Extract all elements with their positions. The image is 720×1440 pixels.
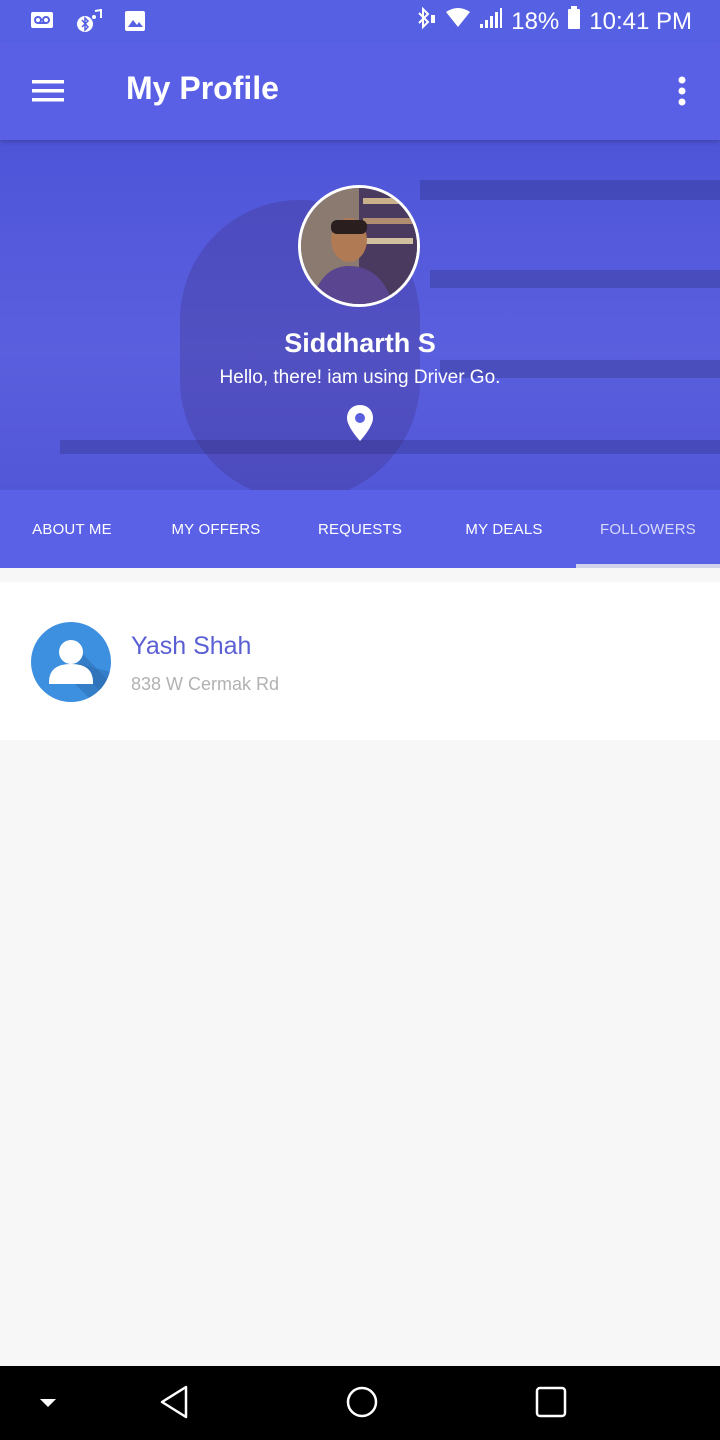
notification-icons xyxy=(30,8,146,38)
profile-name: Siddharth S xyxy=(284,328,436,358)
wifi-icon xyxy=(445,7,471,36)
back-icon[interactable] xyxy=(158,1384,190,1425)
location-pin-icon[interactable] xyxy=(346,404,374,442)
profile-status: Hello, there! iam using Driver Go. xyxy=(219,367,501,388)
tab-requests[interactable]: REQUESTS xyxy=(288,490,432,568)
battery-icon xyxy=(567,6,581,37)
person-avatar-icon xyxy=(31,622,111,702)
tab-my-deals[interactable]: MY DEALS xyxy=(432,490,576,568)
bluetooth-music-icon xyxy=(76,8,102,38)
profile-tabs: ABOUT ME MY OFFERS REQUESTS MY DEALS FOL… xyxy=(0,490,720,568)
home-icon[interactable] xyxy=(345,1384,379,1425)
more-vert-icon[interactable] xyxy=(672,74,692,110)
status-bar: 18% 10:41 PM xyxy=(0,0,720,42)
bluetooth-icon xyxy=(415,6,437,37)
recents-icon[interactable] xyxy=(534,1384,568,1425)
list-item[interactable]: Yash Shah 838 W Cermak Rd xyxy=(0,582,720,740)
hamburger-menu-icon[interactable] xyxy=(30,76,66,106)
tab-my-offers[interactable]: MY OFFERS xyxy=(144,490,288,568)
follower-name: Yash Shah xyxy=(131,632,252,660)
voicemail-icon xyxy=(30,11,54,36)
tab-followers[interactable]: FOLLOWERS xyxy=(576,490,720,568)
image-icon xyxy=(124,10,146,37)
system-nav-bar xyxy=(0,1366,720,1440)
tab-about-me[interactable]: ABOUT ME xyxy=(0,490,144,568)
app-bar: My Profile xyxy=(0,42,720,140)
follower-address: 838 W Cermak Rd xyxy=(131,674,280,694)
clock: 10:41 PM xyxy=(589,7,692,35)
profile-avatar[interactable] xyxy=(298,185,420,307)
page-title: My Profile xyxy=(126,70,279,106)
system-status: 18% 10:41 PM xyxy=(415,6,692,37)
profile-header: Siddharth S Hello, there! iam using Driv… xyxy=(0,140,720,490)
hide-keyboard-icon[interactable] xyxy=(38,1396,58,1414)
signal-icon xyxy=(479,7,503,36)
battery-percent: 18% xyxy=(511,7,560,35)
